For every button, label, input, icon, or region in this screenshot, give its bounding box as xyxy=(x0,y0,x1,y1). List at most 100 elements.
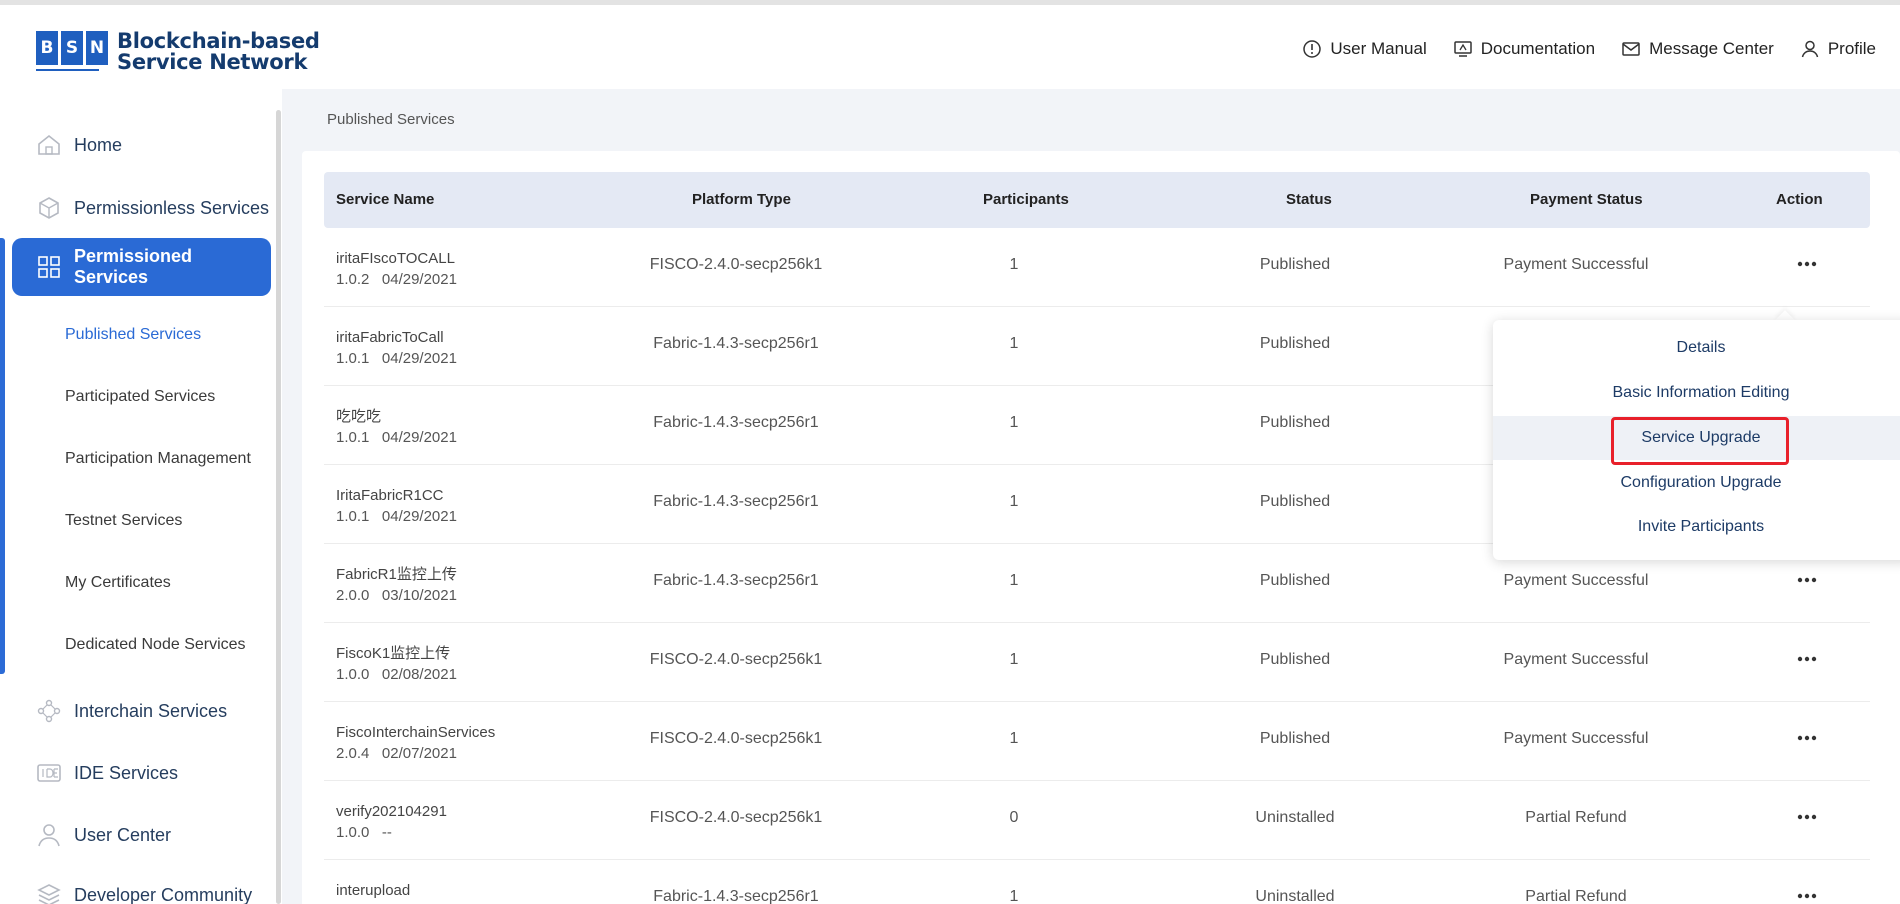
sidebar-item-permissioned[interactable]: Permissioned Services xyxy=(12,238,271,296)
more-actions-button[interactable] xyxy=(1792,884,1822,904)
column-header-payment-status[interactable]: Payment Status xyxy=(1530,172,1643,228)
nav-profile[interactable]: Profile xyxy=(1800,39,1876,59)
participants-cell: 1 xyxy=(1009,888,1019,904)
column-header-status[interactable]: Status xyxy=(1286,172,1332,228)
payment-status-cell: Partial Refund xyxy=(1525,888,1627,904)
nav-documentation[interactable]: Documentation xyxy=(1453,39,1595,59)
sidebar-item-label: User Center xyxy=(74,824,172,845)
sidebar-subitem-published-services[interactable]: Published Services xyxy=(65,326,201,344)
sidebar-item-developer-community[interactable]: Developer Community xyxy=(36,882,252,904)
column-header-service-name[interactable]: Service Name xyxy=(336,172,434,228)
nav-label: Documentation xyxy=(1480,39,1596,58)
service-name-cell[interactable]: iritaFIscoTOCALL 1.0.2 04/29/2021 xyxy=(336,248,457,290)
service-version-date: 1.0.1 04/29/2021 xyxy=(336,427,457,448)
column-header-action[interactable]: Action xyxy=(1776,172,1823,228)
sidebar-subitem-my-certificates[interactable]: My Certificates xyxy=(65,574,171,592)
service-date: -- xyxy=(381,824,392,841)
menu-item-label: Invite Participants xyxy=(1637,518,1765,535)
table-row: FiscoInterchainServices 2.0.4 02/07/2021 F… xyxy=(324,702,1870,781)
service-date: 02/07/2021 xyxy=(381,745,457,762)
header: B S N Blockchain-based Service Network U… xyxy=(0,5,1900,89)
payment-status-cell: Payment Successful xyxy=(1503,572,1649,589)
service-name-cell[interactable]: FiscoInterchainServices 2.0.4 02/07/2021 xyxy=(336,722,495,764)
status-cell: Published xyxy=(1259,651,1331,668)
service-name-cell[interactable]: iritaFabricToCall 1.0.1 04/29/2021 xyxy=(336,327,457,369)
service-name-cell[interactable]: IritaFabricR1CC 1.0.1 04/29/2021 xyxy=(336,485,457,527)
service-version: 1.0.1 xyxy=(336,508,370,525)
service-version-date: 1.0.0 -- xyxy=(336,822,447,843)
participants-cell: 1 xyxy=(1009,256,1019,273)
menu-item-label: Details xyxy=(1676,339,1726,356)
sidebar-item-label: IDE Services xyxy=(74,762,179,783)
service-version: 1.0.2 xyxy=(336,271,370,288)
payment-status-cell: Payment Successful xyxy=(1503,730,1649,747)
box-icon xyxy=(39,197,59,219)
logo-letter: S xyxy=(61,31,83,65)
menu-item-invite-participants[interactable]: Invite Participants xyxy=(1493,505,1900,549)
user-icon xyxy=(1801,40,1819,58)
more-actions-button[interactable] xyxy=(1792,568,1822,592)
nav-user-manual[interactable]: User Manual xyxy=(1302,39,1427,59)
menu-item-label: Basic Information Editing xyxy=(1612,384,1790,401)
question-circle-icon xyxy=(1303,40,1322,58)
header-nav: User Manual Documentation Message Center… xyxy=(1302,39,1876,59)
payment-status-cell: Payment Successful xyxy=(1503,256,1649,273)
participants-cell: 1 xyxy=(1009,651,1019,668)
service-date: 02/08/2021 xyxy=(381,666,457,683)
highlight-annotation-box xyxy=(1611,417,1789,465)
sidebar-subitem-dedicated-node-services[interactable]: Dedicated Node Services xyxy=(65,636,246,654)
sidebar-subitem-participation-management[interactable]: Participation Management xyxy=(65,450,251,468)
sidebar-item-permissionless[interactable]: Permissionless Services xyxy=(36,195,269,221)
service-name: iritaFIscoTOCALL xyxy=(336,250,455,267)
service-version: 1.0.0 xyxy=(336,666,370,683)
service-version: 2.0.0 xyxy=(336,587,370,604)
more-horizontal-icon xyxy=(1797,656,1817,662)
layers-icon xyxy=(37,884,61,904)
menu-item-configuration-upgrade[interactable]: Configuration Upgrade xyxy=(1493,461,1900,505)
service-date: 04/29/2021 xyxy=(381,350,457,367)
column-header-platform-type[interactable]: Platform Type xyxy=(692,172,791,228)
sidebar-scrollbar[interactable] xyxy=(276,110,281,904)
service-version-date: 2.0.0 03/10/2021 xyxy=(336,585,457,606)
sidebar-subitem-participated-services[interactable]: Participated Services xyxy=(65,388,215,406)
status-cell: Published xyxy=(1259,572,1331,589)
more-actions-button[interactable] xyxy=(1792,805,1822,829)
service-name-cell[interactable]: interupload xyxy=(336,880,410,904)
service-name-cell[interactable]: FabricR1监控上传 2.0.0 03/10/2021 xyxy=(336,564,457,606)
service-name-cell[interactable]: verify202104291 1.0.0 -- xyxy=(336,801,447,843)
sidebar-item-user-center[interactable]: User Center xyxy=(36,822,171,848)
service-name-cell[interactable]: FiscoK1监控上传 1.0.0 02/08/2021 xyxy=(336,643,457,685)
status-cell: Published xyxy=(1259,335,1331,352)
sidebar-item-ide[interactable]: IDE Services xyxy=(36,760,178,786)
more-actions-button[interactable] xyxy=(1792,726,1822,750)
sidebar-item-home[interactable]: Home xyxy=(36,132,122,158)
menu-item-basic-information-editing[interactable]: Basic Information Editing xyxy=(1493,371,1900,415)
nav-message-center[interactable]: Message Center xyxy=(1621,39,1774,59)
monitor-icon xyxy=(1453,41,1472,57)
sidebar-subitem-testnet-services[interactable]: Testnet Services xyxy=(65,512,182,530)
table-row: iritaFIscoTOCALL 1.0.2 04/29/2021 FISCO-2.… xyxy=(324,228,1870,307)
more-actions-button[interactable] xyxy=(1792,647,1822,671)
logo[interactable]: B S N Blockchain-based Service Network xyxy=(36,31,320,73)
column-header-participants[interactable]: Participants xyxy=(983,172,1069,228)
platform-type-cell: FISCO-2.4.0-secp256k1 xyxy=(649,651,823,668)
more-actions-button[interactable] xyxy=(1792,252,1822,276)
service-name: verify202104291 xyxy=(336,803,447,820)
menu-item-details[interactable]: Details xyxy=(1493,326,1900,370)
service-name-cell[interactable]: 吃吃吃 1.0.1 04/29/2021 xyxy=(336,406,457,448)
service-date: 03/10/2021 xyxy=(381,587,457,604)
service-name: IritaFabricR1CC xyxy=(336,487,444,504)
service-name: FiscoK1监控上传 xyxy=(336,645,451,662)
service-version-date: 1.0.1 04/29/2021 xyxy=(336,506,457,527)
more-horizontal-icon xyxy=(1797,261,1817,267)
breadcrumb: Published Services xyxy=(327,111,455,128)
nav-label: User Manual xyxy=(1330,39,1427,58)
logo-letter: N xyxy=(86,31,108,65)
platform-type-cell: Fabric-1.4.3-secp256r1 xyxy=(653,414,819,431)
sidebar-item-interchain[interactable]: Interchain Services xyxy=(36,698,227,724)
sidebar-accent-bar xyxy=(0,238,5,674)
more-horizontal-icon xyxy=(1797,735,1817,741)
logo-line-1: Blockchain-based xyxy=(117,29,320,53)
more-horizontal-icon xyxy=(1797,893,1817,899)
sidebar-item-label: Permissionless Services xyxy=(74,197,270,218)
